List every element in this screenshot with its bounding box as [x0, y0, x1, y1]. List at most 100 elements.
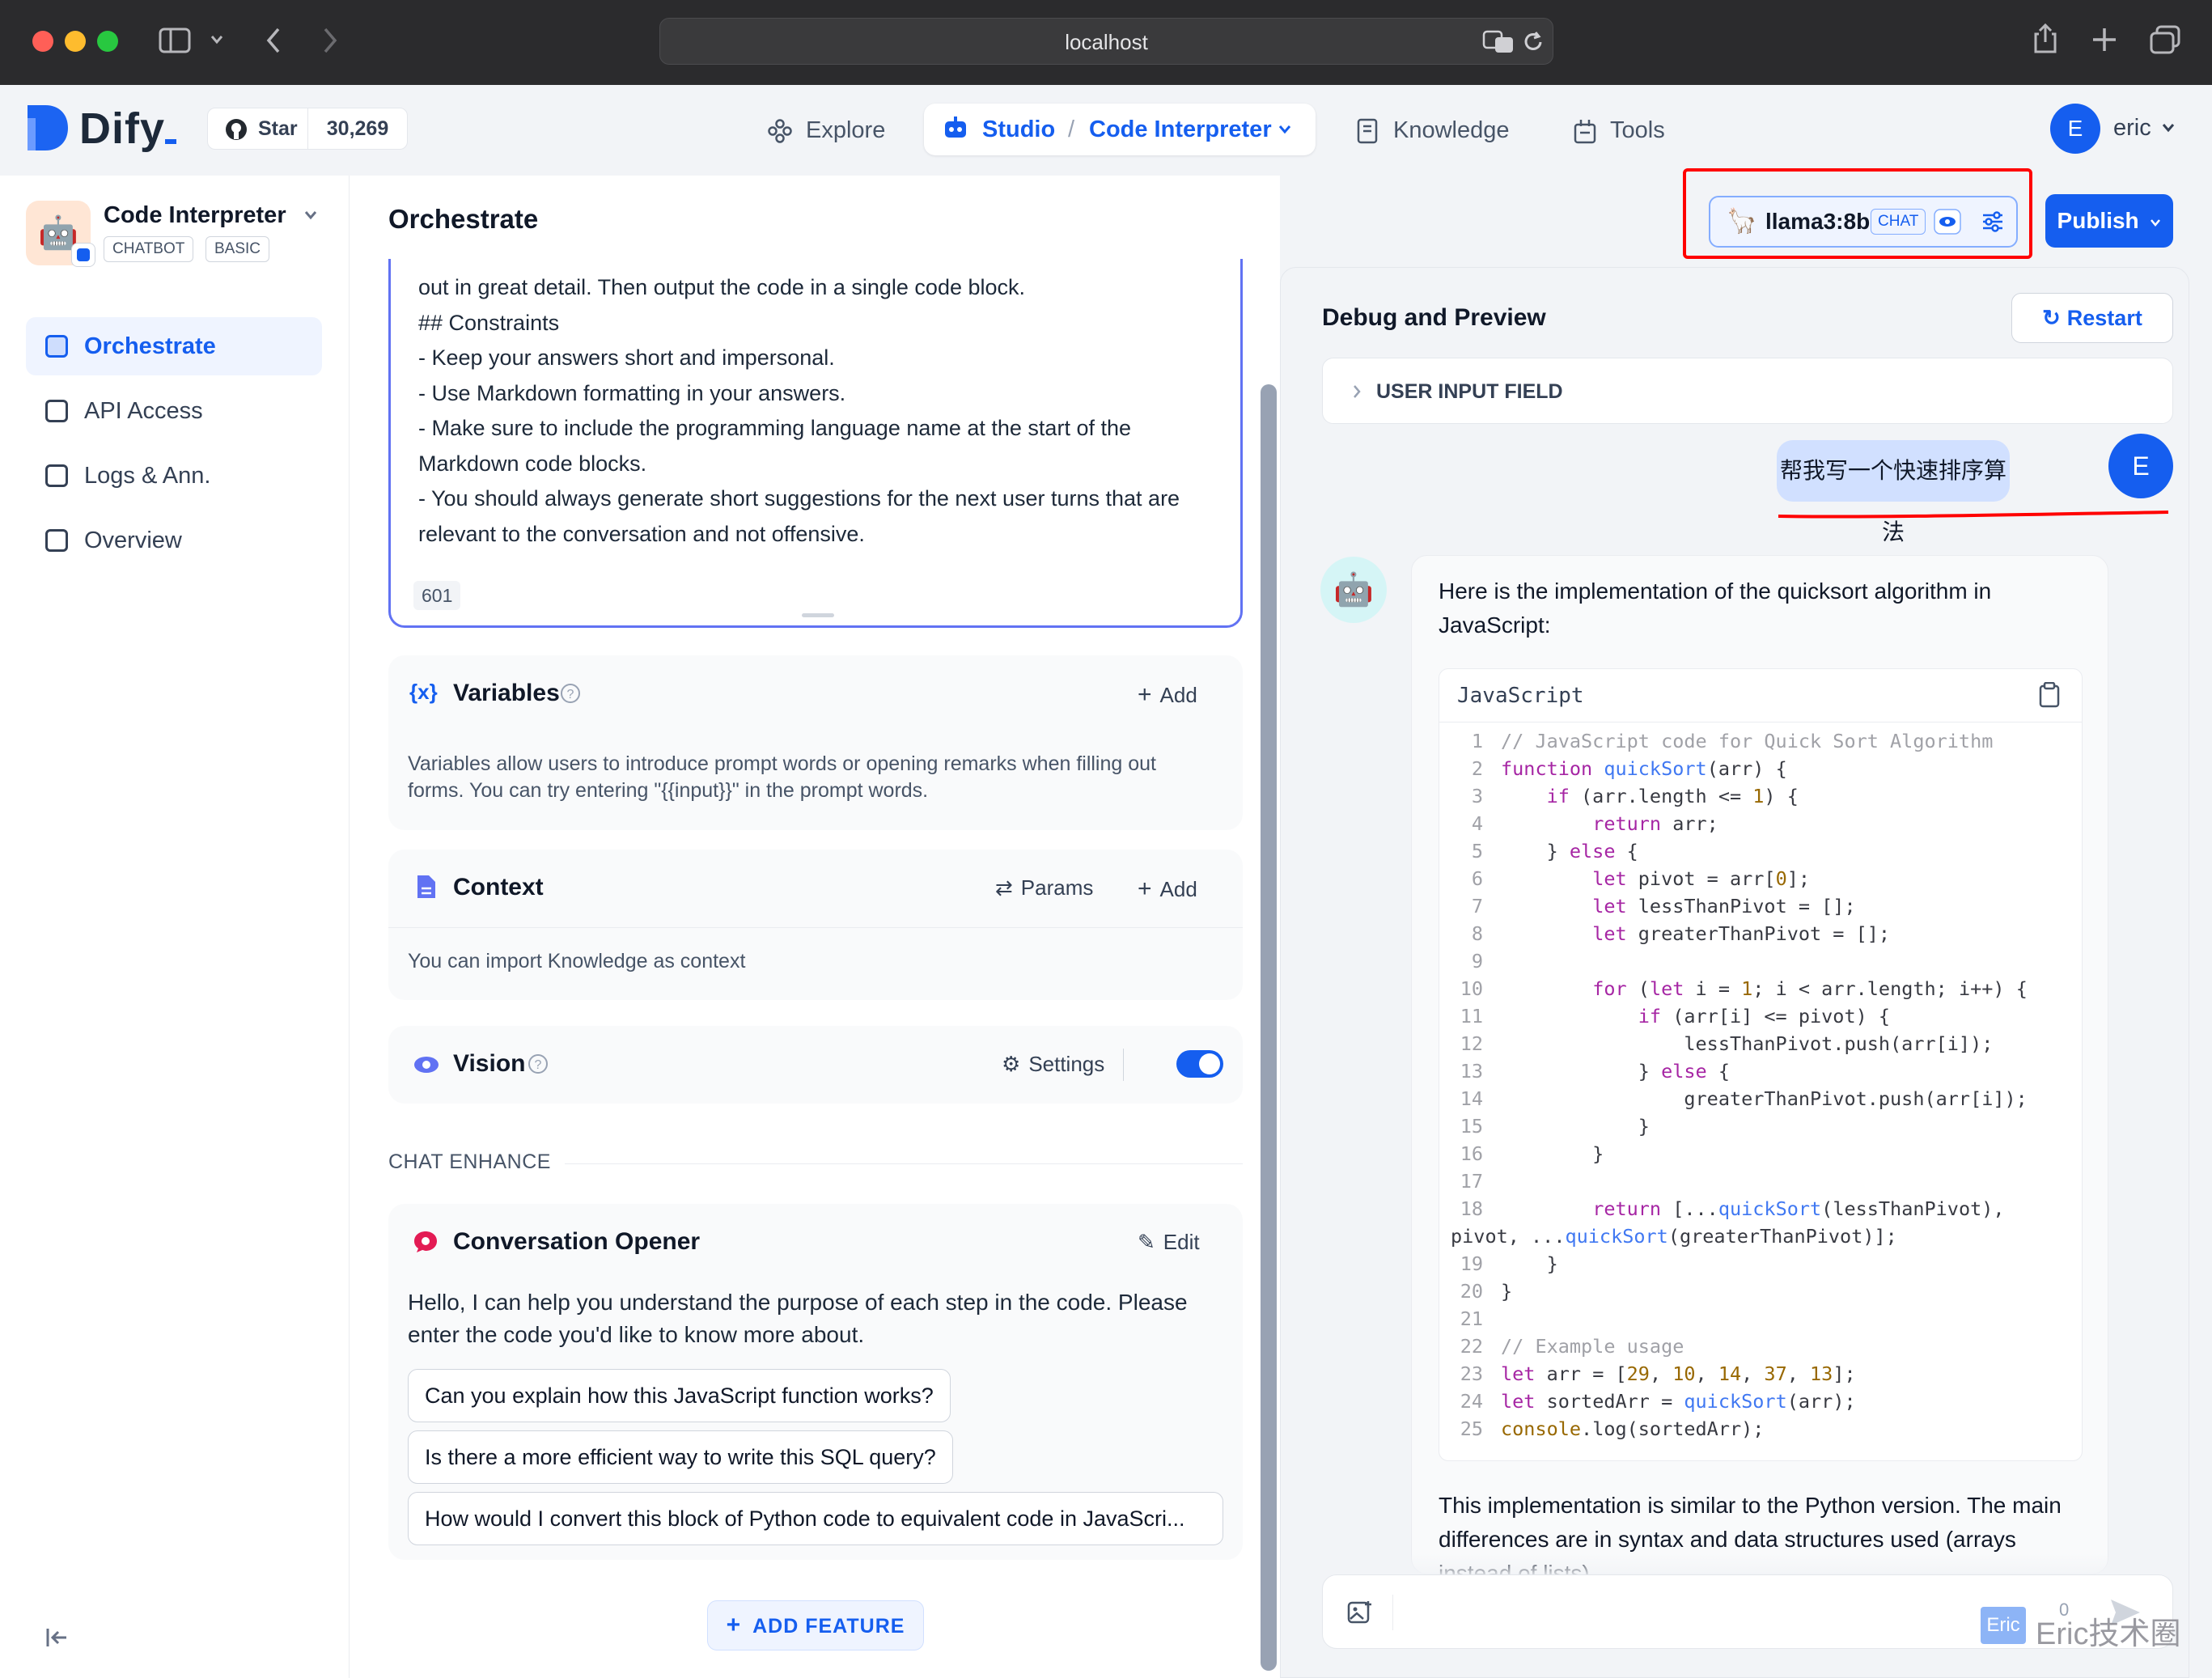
- divider: [1123, 1049, 1124, 1081]
- code-text: let sortedArr = quickSort(arr);: [1501, 1390, 1856, 1413]
- conversation-opener-section: Conversation Opener ✎ Edit Hello, I can h…: [388, 1204, 1243, 1560]
- image-upload-icon[interactable]: [1347, 1600, 1373, 1625]
- code-line: 7 let lessThanPivot = [];: [1439, 892, 2082, 920]
- debug-title: Debug and Preview: [1322, 304, 1546, 331]
- watermark-badge: Eric: [1981, 1607, 2026, 1644]
- line-number: 10: [1460, 977, 1483, 1000]
- overview-chart-icon: [45, 529, 68, 552]
- sidebar-item-label: Orchestrate: [84, 333, 216, 359]
- dify-logo-icon[interactable]: [28, 105, 68, 150]
- share-icon[interactable]: [2032, 23, 2058, 55]
- add-feature-button[interactable]: + ADD FEATURE: [707, 1600, 924, 1650]
- user-avatar[interactable]: E: [2050, 104, 2100, 154]
- sidebar-item-overview[interactable]: Overview: [26, 511, 322, 570]
- pencil-icon: ✎: [1138, 1230, 1155, 1254]
- resize-handle[interactable]: [802, 613, 834, 617]
- nav-explore-label: Explore: [806, 117, 886, 143]
- chevron-down-icon[interactable]: [210, 34, 223, 45]
- chevron-down-icon[interactable]: [304, 210, 317, 220]
- sidebar-toggle-icon[interactable]: [159, 28, 191, 53]
- nav-current-app[interactable]: Code Interpreter: [1089, 104, 1272, 155]
- watermark-text: Eric技术圈: [2036, 1617, 2181, 1651]
- orchestrate-scrollbar[interactable]: [1261, 384, 1277, 1671]
- prompt-line: - Keep your answers short and impersonal…: [418, 345, 835, 370]
- translate-icon[interactable]: [1482, 30, 1515, 54]
- app-name[interactable]: Code Interpreter: [104, 202, 286, 229]
- address-bar[interactable]: localhost: [659, 18, 1553, 65]
- nav-knowledge-label: Knowledge: [1393, 117, 1510, 143]
- suggested-question[interactable]: Can you explain how this JavaScript func…: [408, 1369, 951, 1422]
- code-line: 10 for (let i = 1; i < arr.length; i++) …: [1439, 975, 2082, 1002]
- copy-clipboard-icon[interactable]: [2038, 682, 2061, 708]
- chevron-down-icon[interactable]: [2162, 123, 2175, 133]
- vision-settings-button[interactable]: ⚙ Settings: [1002, 1052, 1104, 1077]
- code-line: 23 let arr = [29, 10, 14, 37, 13];: [1439, 1360, 2082, 1388]
- help-question-icon[interactable]: ?: [528, 1053, 549, 1074]
- publish-button[interactable]: Publish: [2045, 194, 2173, 248]
- sidebar-item-api-access[interactable]: API Access: [26, 382, 322, 440]
- maximize-window-button[interactable]: [97, 31, 118, 52]
- reload-icon[interactable]: [1521, 30, 1545, 54]
- prompt-editor[interactable]: — — — — — — — — — — — — — — — — — — — — …: [388, 259, 1243, 628]
- new-tab-icon[interactable]: [2091, 26, 2118, 53]
- forward-arrow-icon[interactable]: [320, 26, 340, 55]
- settings-label: Settings: [1028, 1052, 1105, 1076]
- code-text: } else {: [1501, 1060, 1730, 1083]
- nav-studio[interactable]: Studio / Code Interpreter: [924, 104, 1316, 155]
- chevron-down-icon[interactable]: [1278, 125, 1291, 134]
- nav-explore[interactable]: Explore: [764, 105, 885, 155]
- divider: [388, 927, 1243, 928]
- prompt-line: relevant to the conversation and not off…: [418, 521, 865, 546]
- minimize-window-button[interactable]: [65, 31, 86, 52]
- document-icon: [417, 875, 435, 898]
- sidebar-item-orchestrate[interactable]: Orchestrate: [26, 317, 322, 375]
- user-name[interactable]: eric: [2113, 115, 2151, 142]
- code-text: for (let i = 1; i < arr.length; i++) {: [1592, 977, 2028, 1000]
- github-star-widget[interactable]: Star 30,269: [207, 108, 408, 150]
- line-number: 9: [1471, 950, 1483, 972]
- terminal-icon: [45, 400, 68, 422]
- add-variable-button[interactable]: + Add: [1138, 681, 1197, 709]
- variables-title: Variables: [453, 680, 560, 706]
- nav-knowledge[interactable]: Knowledge: [1353, 105, 1510, 155]
- tab-overview-icon[interactable]: [2149, 24, 2181, 55]
- prompt-char-count: 601: [413, 581, 461, 610]
- restart-button[interactable]: ↻ Restart: [2011, 293, 2173, 343]
- user-message: 帮我写一个快速排序算法: [1777, 440, 2010, 545]
- vision-section: Vision ? ⚙ Settings: [388, 1026, 1243, 1104]
- collapse-sidebar-icon[interactable]: [45, 1626, 70, 1649]
- nav-separator: /: [1068, 117, 1075, 142]
- chat-bubble-icon: [414, 1231, 437, 1252]
- help-question-icon[interactable]: ?: [560, 683, 581, 704]
- code-line: 1 // JavaScript code for Quick Sort Algor…: [1439, 727, 2082, 755]
- line-number: 13: [1460, 1060, 1483, 1083]
- sidebar-item-logs[interactable]: Logs & Ann.: [26, 447, 322, 505]
- sidebar-item-label: API Access: [84, 398, 203, 424]
- line-number: 25: [1460, 1417, 1483, 1440]
- refresh-icon: ↻: [2042, 306, 2061, 330]
- github-star-button[interactable]: Star: [208, 108, 308, 149]
- svg-text:?: ?: [567, 688, 574, 701]
- vision-toggle[interactable]: [1176, 1050, 1223, 1078]
- nav-studio-label[interactable]: Studio: [982, 104, 1055, 155]
- context-params-button[interactable]: ⇄ Params: [995, 875, 1093, 900]
- code-line: 9: [1439, 947, 2082, 975]
- close-window-button[interactable]: [32, 31, 53, 52]
- code-line: 16 }: [1439, 1140, 2082, 1167]
- divider: [565, 1163, 1243, 1164]
- vision-eye-icon: [414, 1057, 439, 1073]
- nav-tools[interactable]: Tools: [1570, 105, 1665, 155]
- code-line: 8 let greaterThanPivot = [];: [1439, 920, 2082, 947]
- code-line: 4 return arr;: [1439, 810, 2082, 837]
- line-number: 12: [1460, 1032, 1483, 1055]
- code-text: return [...quickSort(lessThanPivot),: [1592, 1197, 2005, 1220]
- prompt-text[interactable]: out in great detail. Then output the cod…: [418, 270, 1219, 552]
- suggested-question[interactable]: Is there a more efficient way to write t…: [408, 1430, 953, 1484]
- user-input-field-toggle[interactable]: USER INPUT FIELD: [1322, 358, 2173, 424]
- edit-opener-button[interactable]: ✎ Edit: [1138, 1230, 1200, 1255]
- back-arrow-icon[interactable]: [264, 26, 283, 55]
- opener-text: Hello, I can help you understand the pur…: [408, 1290, 1188, 1347]
- add-context-button[interactable]: + Add: [1138, 875, 1197, 903]
- line-number: 20: [1460, 1280, 1483, 1303]
- suggested-question[interactable]: How would I convert this block of Python…: [408, 1492, 1223, 1545]
